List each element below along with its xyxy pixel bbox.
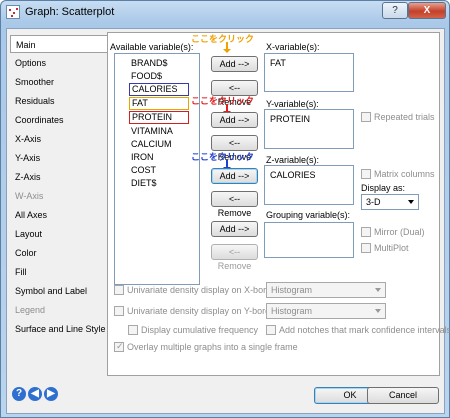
y-variables-list[interactable]: PROTEIN: [264, 109, 354, 149]
list-item[interactable]: CALCIUM: [129, 138, 174, 151]
close-button[interactable]: X: [408, 2, 446, 19]
y-variable-value[interactable]: PROTEIN: [270, 114, 310, 124]
overlay-checkbox: [114, 341, 124, 352]
dialog-window: Graph: Scatterplot ? X Main Options Smoo…: [0, 0, 450, 418]
display-as-value: 3-D: [366, 197, 381, 207]
display-as-select[interactable]: 3-D: [361, 194, 419, 210]
remove-grouping-button: <-- Remove: [211, 244, 258, 271]
click-here-annotation-z: ここをクリック: [191, 152, 255, 162]
list-item[interactable]: BRAND$: [129, 57, 170, 70]
grouping-variables-list[interactable]: [264, 222, 354, 258]
add-y-button[interactable]: Add -->: [211, 112, 258, 128]
univariate-x-checkbox: [114, 285, 124, 295]
help-icon[interactable]: ?: [12, 387, 26, 401]
tab-residuals[interactable]: Residuals: [10, 92, 108, 110]
arrow-down-icon: [223, 104, 231, 115]
tab-y-axis[interactable]: Y-Axis: [10, 149, 108, 167]
add-grouping-button[interactable]: Add -->: [211, 221, 258, 237]
tab-layout[interactable]: Layout: [10, 225, 108, 243]
tab-list: Main Options Smoother Residuals Coordina…: [10, 31, 108, 373]
click-here-annotation-y: ここをクリック: [191, 96, 255, 106]
help-button[interactable]: ?: [382, 2, 408, 19]
tab-smoother[interactable]: Smoother: [10, 73, 108, 91]
list-item[interactable]: COST: [129, 164, 158, 177]
display-cumulative-checkbox: [128, 325, 138, 335]
x-variables-label: X-variable(s):: [266, 42, 320, 52]
forward-arrow-icon[interactable]: ▶: [44, 387, 58, 401]
remove-z-button[interactable]: <-- Remove: [211, 191, 258, 218]
univariate-y-select: Histogram: [266, 303, 386, 319]
repeated-trials-checkbox: [361, 112, 371, 122]
chevron-down-icon: [408, 200, 414, 204]
list-item-calories[interactable]: CALORIES: [129, 83, 189, 96]
univariate-x-value: Histogram: [271, 285, 313, 295]
click-here-annotation-x: ここをクリック: [191, 34, 255, 44]
mirror-dual-checkbox: [361, 227, 371, 237]
tab-symbol-and-label[interactable]: Symbol and Label: [10, 282, 108, 300]
add-notches-checkbox: [266, 325, 276, 335]
list-item-fat[interactable]: FAT: [129, 97, 189, 110]
univariate-y-label: Univariate density display on Y-border: [127, 306, 279, 316]
cancel-button[interactable]: Cancel: [367, 387, 439, 404]
matrix-columns-label: Matrix columns: [374, 169, 435, 179]
tab-w-axis: W-Axis: [15, 191, 44, 201]
tab-main[interactable]: Main: [10, 35, 108, 53]
tab-color[interactable]: Color: [10, 244, 108, 262]
add-x-button[interactable]: Add -->: [211, 56, 258, 72]
z-variables-list[interactable]: CALORIES: [264, 165, 354, 205]
available-variables-label: Available variable(s):: [110, 42, 194, 52]
add-notches-label: Add notches that mark confidence interva…: [279, 325, 450, 335]
remove-y-button[interactable]: <-- Remove: [211, 135, 258, 162]
mirror-dual-label: Mirror (Dual): [374, 227, 425, 237]
window-title: Graph: Scatterplot: [25, 6, 115, 18]
title-bar[interactable]: Graph: Scatterplot ? X: [1, 1, 449, 23]
arrow-down-icon: [223, 42, 231, 53]
repeated-trials-label: Repeated trials: [374, 112, 435, 122]
list-item[interactable]: VITAMINA: [129, 125, 175, 138]
list-item-protein[interactable]: PROTEIN: [129, 111, 189, 124]
chevron-down-icon: [375, 288, 381, 292]
multiplot-checkbox: [361, 243, 371, 253]
chevron-down-icon: [375, 309, 381, 313]
x-variable-value[interactable]: FAT: [270, 58, 286, 68]
list-item[interactable]: DIET$: [129, 177, 159, 190]
tab-all-axes[interactable]: All Axes: [10, 206, 108, 224]
matrix-columns-checkbox: [361, 169, 371, 179]
dialog-client: Main Options Smoother Residuals Coordina…: [6, 28, 450, 414]
tab-surface-and-line-style[interactable]: Surface and Line Style: [10, 320, 108, 338]
univariate-x-select: Histogram: [266, 282, 386, 298]
available-variables-list[interactable]: BRAND$ FOOD$ CALORIES FAT PROTEIN VITAMI…: [114, 53, 200, 285]
y-variables-label: Y-variable(s):: [266, 99, 319, 109]
tab-z-axis[interactable]: Z-Axis: [10, 168, 108, 186]
tab-coordinates[interactable]: Coordinates: [10, 111, 108, 129]
univariate-y-value: Histogram: [271, 306, 313, 316]
tab-options[interactable]: Options: [10, 54, 108, 72]
list-item[interactable]: FOOD$: [129, 70, 164, 83]
overlay-label: Overlay multiple graphs into a single fr…: [127, 342, 298, 352]
tab-x-axis[interactable]: X-Axis: [10, 130, 108, 148]
main-panel: Available variable(s): BRAND$ FOOD$ CALO…: [107, 32, 450, 376]
tab-legend: Legend: [15, 305, 46, 315]
display-as-label: Display as:: [361, 183, 406, 193]
list-item[interactable]: IRON: [129, 151, 156, 164]
univariate-x-label: Univariate density display on X-border: [127, 285, 280, 295]
add-z-button[interactable]: Add -->: [211, 168, 258, 184]
z-variables-label: Z-variable(s):: [266, 155, 320, 165]
x-variables-list[interactable]: FAT: [264, 53, 354, 92]
display-cumulative-label: Display cumulative frequency: [141, 325, 259, 335]
z-variable-value[interactable]: CALORIES: [270, 170, 316, 180]
scatterplot-app-icon: [6, 5, 20, 19]
multiplot-label: MultiPlot: [374, 243, 409, 253]
univariate-y-checkbox: [114, 306, 124, 316]
arrow-down-icon: [223, 160, 231, 171]
grouping-variables-label: Grouping variable(s):: [266, 210, 351, 220]
tab-fill[interactable]: Fill: [10, 263, 108, 281]
back-arrow-icon[interactable]: ◀: [28, 387, 42, 401]
